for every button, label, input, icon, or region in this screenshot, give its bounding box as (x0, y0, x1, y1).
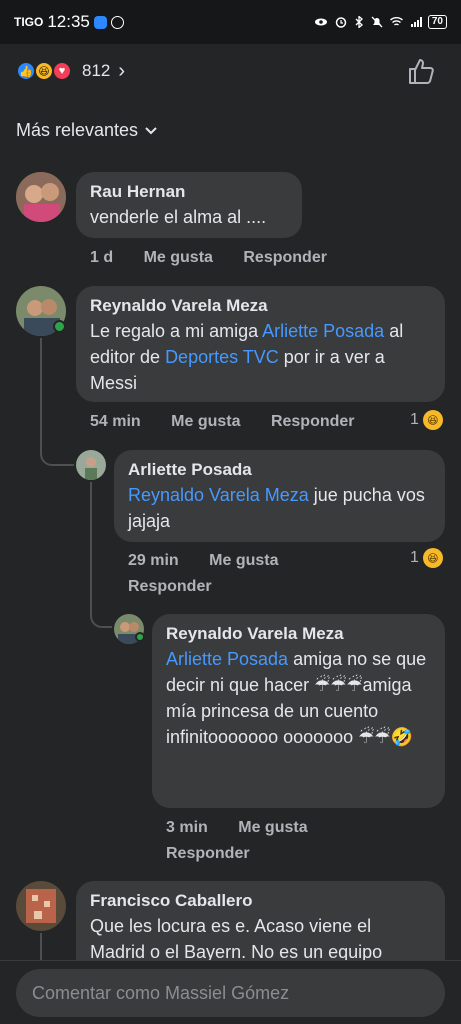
comment-reactions[interactable]: 1 😆 (410, 410, 443, 430)
reactions-summary[interactable]: 👍 😆 ♥ 812 › (16, 56, 125, 86)
reactions-count: 812 (82, 61, 111, 80)
comment-text-part: Le regalo a mi amiga (90, 321, 263, 341)
reply-button[interactable]: Responder (128, 578, 212, 595)
like-reaction-icon: 👍 (16, 61, 36, 81)
like-button[interactable]: Me gusta (238, 819, 307, 836)
comment-text: Le regalo a mi amiga Arliette Posada al … (90, 318, 431, 396)
bluetooth-icon (355, 16, 363, 28)
reaction-count: 1 (410, 549, 419, 566)
reply-button[interactable]: Responder (166, 845, 250, 862)
love-reaction-icon: ♥ (52, 61, 72, 81)
profile-photo (16, 881, 66, 931)
carrier-label: TIGO (14, 15, 44, 29)
wifi-icon (389, 17, 403, 26)
sort-label: Más relevantes (16, 120, 139, 140)
comment-time: 1 d (90, 249, 114, 266)
like-button[interactable]: Me gusta (209, 552, 278, 569)
comment-text: Reynaldo Varela Meza jue pucha vos jajaj… (128, 482, 431, 534)
comment-author[interactable]: Rau Hernan (90, 180, 288, 204)
online-status-dot (53, 320, 66, 333)
online-status-dot (135, 632, 145, 642)
thread-connector (90, 482, 112, 628)
mention-link[interactable]: Arliette Posada (262, 321, 384, 341)
comment-author[interactable]: Reynaldo Varela Meza (90, 294, 431, 318)
mention-link[interactable]: Reynaldo Varela Meza (128, 485, 309, 505)
avatar[interactable] (16, 881, 66, 931)
haha-reaction-icon: 😆 (34, 61, 54, 81)
comment-text: Arliette Posada amiga no se que decir ni… (166, 646, 431, 750)
comment-author[interactable]: Reynaldo Varela Meza (166, 622, 431, 646)
alarm-icon (335, 17, 347, 28)
mention-link[interactable]: Deportes TVC (165, 347, 279, 367)
comment-actions: 3 min Me gusta Responder (166, 815, 406, 867)
profile-photo (76, 450, 106, 480)
comment-input[interactable]: Comentar como Massiel Gómez (16, 969, 445, 1017)
haha-reaction-icon: 😆 (422, 410, 443, 430)
comment-time: 29 min (128, 552, 179, 569)
comment-author[interactable]: Arliette Posada (128, 458, 431, 482)
comment-actions: 1 d Me gusta Responder (90, 245, 353, 271)
comment-author[interactable]: Francisco Caballero (90, 889, 431, 913)
chevron-down-icon (145, 126, 157, 134)
like-button[interactable]: Me gusta (144, 249, 213, 266)
thread-connector (40, 338, 74, 466)
reaction-count: 1 (410, 411, 419, 428)
avatar[interactable] (16, 172, 66, 222)
like-button[interactable]: Me gusta (171, 413, 240, 430)
messenger-notification-icon (93, 15, 107, 29)
whatsapp-notification-icon (110, 15, 124, 29)
signal-icon (410, 17, 422, 27)
chevron-right-icon: › (118, 59, 126, 82)
comment-text: venderle el alma al .... (90, 207, 267, 227)
status-time: 12:35 (47, 12, 90, 31)
profile-photo (16, 172, 66, 222)
battery-indicator: 70 (427, 15, 447, 29)
comment-bubble: Arliette Posada Reynaldo Varela Meza jue… (114, 450, 445, 542)
comment-actions: 54 min Me gusta Responder (90, 409, 381, 435)
mention-link[interactable]: Arliette Posada (166, 649, 288, 669)
sort-dropdown[interactable]: Más relevantes (16, 120, 158, 141)
status-bar: TIGO 12:35 70 (0, 0, 461, 44)
eye-icon (314, 18, 327, 26)
comment-bubble: Reynaldo Varela Meza Arliette Posada ami… (152, 614, 445, 808)
comment-reactions[interactable]: 1 😆 (410, 548, 443, 568)
avatar[interactable] (76, 450, 106, 480)
reply-button[interactable]: Responder (243, 249, 327, 266)
comment-actions: 29 min Me gusta Responder (128, 548, 368, 600)
mute-icon (371, 16, 383, 28)
comment-composer-bar: Comentar como Massiel Gómez (0, 960, 461, 1024)
comment-bubble: Reynaldo Varela Meza Le regalo a mi amig… (76, 286, 445, 402)
haha-reaction-icon: 😆 (422, 548, 443, 568)
reply-button[interactable]: Responder (271, 413, 355, 430)
comment-time: 3 min (166, 819, 208, 836)
comment-text: Que les locura es e. Acaso viene el Madr… (90, 916, 383, 962)
comment-bubble: Rau Hernan venderle el alma al .... (76, 172, 302, 238)
thumbs-up-icon[interactable] (407, 56, 437, 86)
comment-time: 54 min (90, 413, 141, 430)
